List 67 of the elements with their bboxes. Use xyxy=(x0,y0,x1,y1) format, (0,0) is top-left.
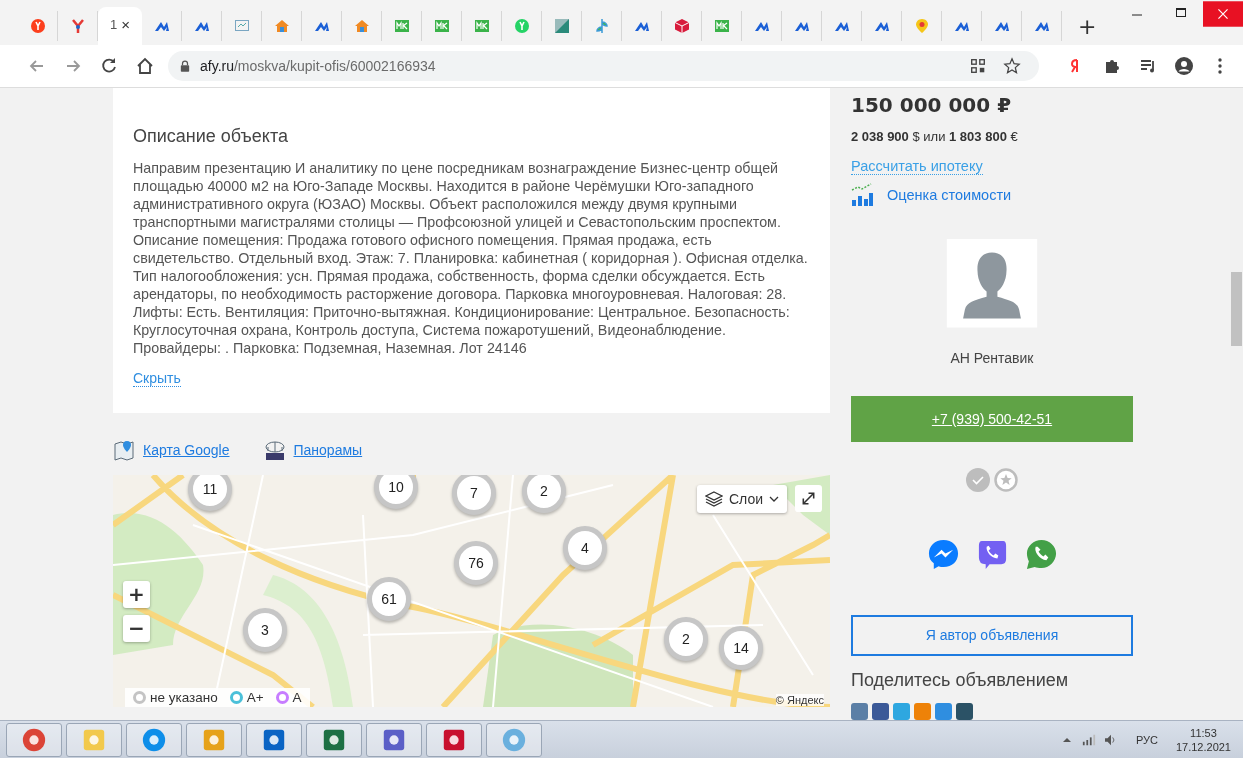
author-button[interactable]: Я автор объявления xyxy=(851,614,1133,656)
folded-map-icon xyxy=(113,439,135,461)
scrollbar-thumb[interactable] xyxy=(1231,272,1242,346)
valuation-link[interactable]: Оценка стоимости xyxy=(887,187,1012,203)
zoom-in-button[interactable]: + xyxy=(123,581,150,608)
currency-conversion: 2 038 900 $ или 1 803 800 € xyxy=(851,129,1019,144)
legend-label: не указано xyxy=(150,690,218,705)
lightning-chat-icon[interactable] xyxy=(926,537,960,571)
ribbon-icon xyxy=(69,18,86,34)
new-tab-button[interactable]: + xyxy=(1074,11,1101,41)
lock-icon xyxy=(180,60,190,72)
map-view[interactable]: 11 10 7 2 4 76 61 3 2 14 + − Слои не указано А+ А © Яндекс xyxy=(113,475,830,707)
price: 150 000 000 ₽ xyxy=(851,93,1013,117)
house-icon xyxy=(353,18,370,34)
taskbar-app-icon[interactable] xyxy=(66,722,122,757)
close-button[interactable] xyxy=(1203,0,1243,28)
share-icon[interactable] xyxy=(956,703,973,720)
letter-tile-icon xyxy=(393,18,410,34)
home-button[interactable] xyxy=(135,56,155,76)
taskbar-app-icon[interactable] xyxy=(306,722,362,757)
url-text: afy.ru/moskva/kupit-ofis/60002166934 xyxy=(200,58,436,74)
taskbar-app-icon[interactable] xyxy=(126,722,182,757)
fullscreen-button[interactable] xyxy=(795,485,822,512)
browser-tab[interactable]: 1 × xyxy=(98,7,142,45)
profile-icon[interactable] xyxy=(1174,56,1194,76)
taskbar-app-icon[interactable] xyxy=(186,722,242,757)
taskbar-app-icon[interactable] xyxy=(486,722,542,757)
letter-tile-icon xyxy=(473,18,490,34)
close-tab-button[interactable]: × xyxy=(121,15,130,33)
check-circle-icon[interactable] xyxy=(966,467,990,492)
layers-button[interactable]: Слои xyxy=(697,485,788,513)
taskbar-app-icon[interactable] xyxy=(426,722,482,757)
zoom-out-button[interactable]: − xyxy=(123,615,150,642)
qr-code-icon[interactable] xyxy=(969,57,987,75)
star-circle-icon[interactable] xyxy=(994,467,1018,492)
house-icon xyxy=(273,18,290,34)
map-link[interactable]: Карта Google xyxy=(143,442,230,458)
clock[interactable]: 11:53 17.12.2021 xyxy=(1175,725,1231,754)
share-heading: Поделитесь объявлением xyxy=(851,670,1070,691)
agent-name: АН Рентавик xyxy=(949,349,1035,366)
split-square-icon xyxy=(553,18,570,34)
signal-icon[interactable] xyxy=(1081,733,1096,746)
address-bar[interactable]: afy.ru/moskva/kupit-ofis/60002166934 xyxy=(168,51,1039,81)
map-link[interactable]: Панорамы xyxy=(293,442,363,458)
map-attribution: © Яндекс xyxy=(775,694,824,706)
legend-label: А xyxy=(292,690,302,705)
language-indicator[interactable]: РУС xyxy=(1135,733,1158,746)
letter-tile-icon xyxy=(713,18,730,34)
letter-tile-icon xyxy=(433,18,450,34)
share-icon[interactable] xyxy=(872,703,889,720)
section-title: Описание объекта xyxy=(133,126,289,147)
monitor-icon xyxy=(233,18,250,34)
map-pin-icon xyxy=(913,18,930,34)
panorama-icon xyxy=(263,439,286,461)
leaf-icon xyxy=(593,18,610,34)
taskbar-app-icon[interactable] xyxy=(6,722,62,757)
layers-icon xyxy=(705,490,723,508)
circle-logo-icon xyxy=(29,18,46,34)
bookmark-star-icon[interactable] xyxy=(1003,57,1021,75)
taskbar-app-icon[interactable] xyxy=(246,722,302,757)
bar-chart-icon xyxy=(851,183,873,207)
speaker-icon[interactable] xyxy=(1103,733,1118,746)
taskbar-app-icon[interactable] xyxy=(366,722,422,757)
cube-icon xyxy=(673,18,690,34)
description-text: Направим презентацию И аналитику по цене посредникам вознаграждение Бизнес-центр общей площадью 40000 м2 на Юго-Западе Москвы. Находится в районе Черёмушки Юго-западного административного округа (ЮЗАО) Москвы. Объект расположился между двумя крупными транспортными магистралями столицы — Профсоюзной улицей и Севастопольским проспектом. Описание помещения: Продажа готового офисного помещения. Прямая продажа, есть свидетельство. Отдельный вход. Этаж: 7. Планировка: кабинетная ( коридорная ). Офисная отделка. Тип налогообложения: усн. Прямая продажа, собственность, форма сделки обсуждается. Есть арендаторы, по необходимость расторжение договора. Парковка многоуровневая. Налоговая: 28. Лифты: Есть. Вентиляция: Приточно-вытяжная. Кондиционирование: Центральное. Безопасность: Круглосуточная охрана, Контроль доступа, Система пожаротушений, Видеонаблюдение. Провайдеры: . Парковка: Подземная, Наземная. Лот 24146 xyxy=(133,159,809,357)
caret-icon xyxy=(769,494,780,504)
legend-label: А+ xyxy=(246,690,264,705)
